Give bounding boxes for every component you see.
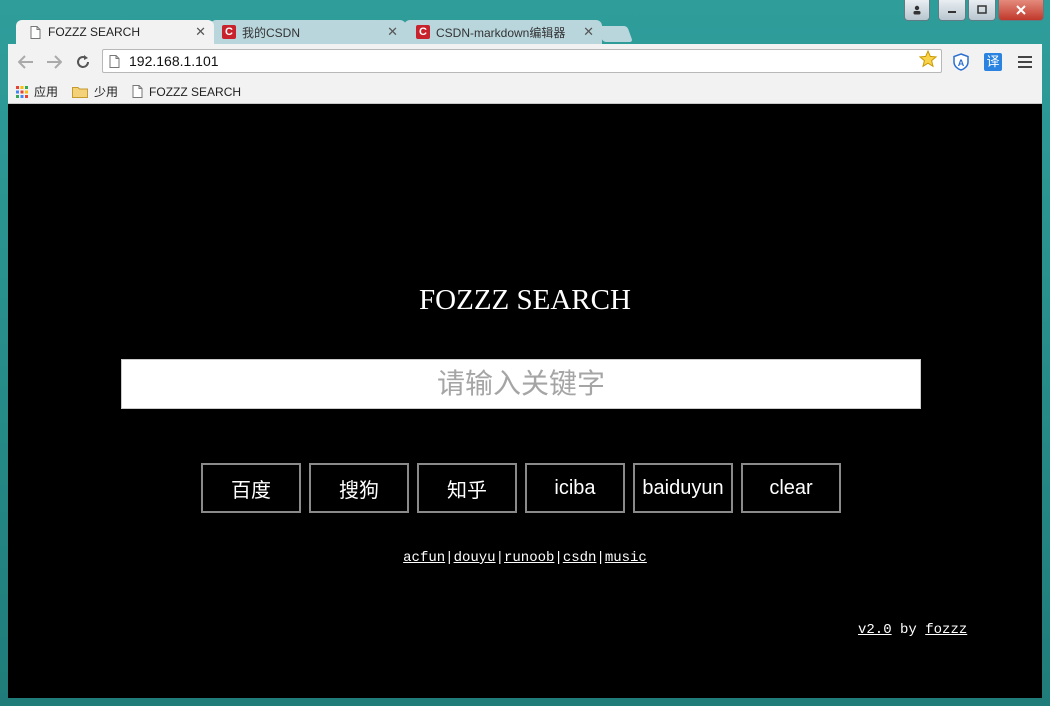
- minimize-button[interactable]: [938, 0, 966, 21]
- iciba-button[interactable]: iciba: [525, 463, 625, 513]
- adblock-shield-icon[interactable]: A: [951, 52, 971, 72]
- tab-title: 我的CSDN: [242, 25, 301, 40]
- close-icon[interactable]: ✕: [583, 24, 594, 40]
- apps-grid-icon: [16, 85, 28, 98]
- browser-window: FOZZZ SEARCH ✕ C 我的CSDN ✕ C CSDN-markdow…: [0, 0, 1050, 706]
- bookmark-apps[interactable]: 应用: [16, 83, 58, 100]
- url-text[interactable]: 192.168.1.101: [129, 53, 919, 69]
- translate-icon[interactable]: 译: [983, 52, 1003, 72]
- csdn-icon: C: [416, 25, 430, 39]
- tab-title: CSDN-markdown编辑器: [436, 25, 566, 40]
- link-runoob[interactable]: runoob: [504, 550, 554, 566]
- bookmark-label: 应用: [34, 85, 59, 99]
- tab-csdn-markdown[interactable]: C CSDN-markdown编辑器 ✕: [404, 20, 602, 44]
- folder-icon: [72, 86, 89, 98]
- footer-by: by: [900, 622, 917, 638]
- clear-button[interactable]: clear: [741, 463, 841, 513]
- reload-icon[interactable]: [73, 52, 93, 72]
- forward-icon[interactable]: [44, 52, 64, 72]
- close-icon[interactable]: ✕: [195, 24, 206, 40]
- author-link[interactable]: fozzz: [925, 622, 967, 638]
- footer: v2.0 by fozzz: [858, 622, 967, 638]
- back-icon[interactable]: [16, 52, 36, 72]
- browser-toolbar: 192.168.1.101 A 译: [8, 44, 1042, 80]
- version-link[interactable]: v2.0: [858, 622, 892, 638]
- new-tab-button[interactable]: [597, 26, 633, 42]
- address-bar[interactable]: 192.168.1.101: [102, 49, 942, 73]
- tab-my-csdn[interactable]: C 我的CSDN ✕: [210, 20, 406, 44]
- maximize-button[interactable]: [968, 0, 996, 21]
- svg-text:A: A: [958, 58, 965, 68]
- user-icon[interactable]: [904, 0, 930, 21]
- quick-links: acfun|douyu|runoob|csdn|music: [8, 550, 1042, 566]
- page-icon: [132, 85, 143, 98]
- bookmarks-bar: 应用 少用 FOZZZ SEARCH: [8, 80, 1042, 104]
- link-separator: |: [445, 550, 454, 566]
- page-icon: [109, 53, 123, 69]
- tab-strip: FOZZZ SEARCH ✕ C 我的CSDN ✕ C CSDN-markdow…: [8, 20, 1042, 44]
- link-csdn[interactable]: csdn: [563, 550, 597, 566]
- menu-icon[interactable]: [1015, 52, 1035, 72]
- page-title: FOZZZ SEARCH: [419, 284, 631, 316]
- baidu-button[interactable]: 百度: [201, 463, 301, 513]
- link-separator: |: [554, 550, 563, 566]
- page-content: FOZZZ SEARCH 百度 搜狗 知乎 iciba baiduyun cle…: [8, 104, 1042, 698]
- tab-title: FOZZZ SEARCH: [48, 25, 140, 39]
- page-icon: [28, 25, 42, 39]
- close-window-button[interactable]: [998, 0, 1044, 21]
- link-separator: |: [596, 550, 605, 566]
- close-icon[interactable]: ✕: [387, 24, 398, 40]
- link-douyu[interactable]: douyu: [454, 550, 496, 566]
- search-engine-buttons: 百度 搜狗 知乎 iciba baiduyun clear: [201, 463, 841, 513]
- search-input[interactable]: [121, 359, 921, 409]
- link-acfun[interactable]: acfun: [403, 550, 445, 566]
- sogou-button[interactable]: 搜狗: [309, 463, 409, 513]
- bookmark-fozzz-search[interactable]: FOZZZ SEARCH: [132, 85, 241, 99]
- bookmark-star-icon[interactable]: [918, 49, 938, 73]
- window-controls: [904, 0, 1044, 21]
- bookmark-folder-shaoyong[interactable]: 少用: [72, 83, 118, 100]
- link-separator: |: [495, 550, 504, 566]
- csdn-icon: C: [222, 25, 236, 39]
- link-music[interactable]: music: [605, 550, 647, 566]
- zhihu-button[interactable]: 知乎: [417, 463, 517, 513]
- baiduyun-button[interactable]: baiduyun: [633, 463, 733, 513]
- bookmark-label: FOZZZ SEARCH: [149, 84, 242, 99]
- bookmark-label: 少用: [94, 85, 119, 99]
- tab-fozzz-search[interactable]: FOZZZ SEARCH ✕: [16, 20, 214, 44]
